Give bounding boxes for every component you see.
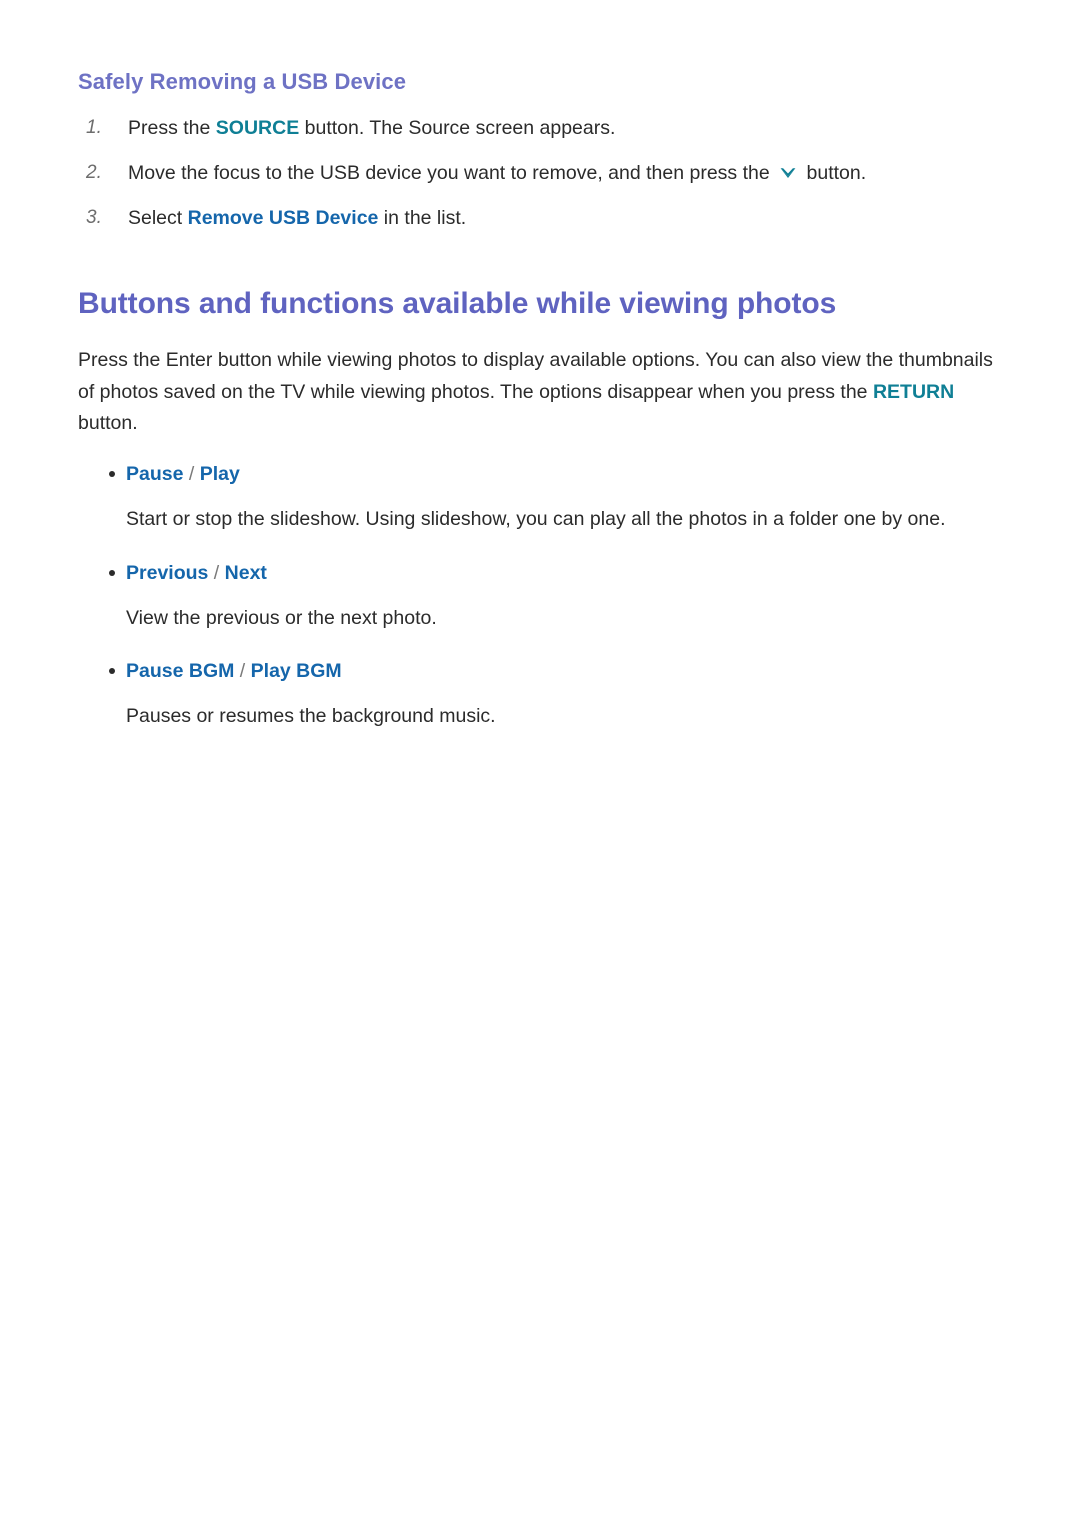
inline-text: Select (128, 207, 188, 230)
step-item: 1. Press the SOURCE button. The Source sc… (78, 114, 1002, 142)
option-term[interactable]: Pause (126, 463, 183, 485)
step-item: 3. Select Remove USB Device in the list. (78, 204, 1002, 232)
intro-paragraph: Press the Enter button while viewing pho… (78, 323, 1002, 440)
option-description: Start or stop the slideshow. Using slide… (126, 508, 946, 531)
step-text: Select Remove USB Device in the list. (128, 207, 466, 229)
inline-text: button. The Source screen appears. (299, 116, 616, 139)
option-separator: / (183, 463, 200, 486)
option-separator: / (234, 660, 251, 683)
inline-key-token-teal[interactable]: SOURCE (216, 117, 299, 139)
inline-key-token-teal[interactable]: RETURN (873, 381, 954, 403)
step-item: 2. Move the focus to the USB device you w… (78, 159, 1002, 187)
inline-text: Press the Enter button while viewing pho… (78, 349, 993, 403)
option-term-row: Pause BGM / Play BGM (78, 657, 1002, 686)
page-title-buttons-and-functions: Buttons and functions available while vi… (78, 287, 837, 321)
document-page: Safely Removing a USB Device 1. Press the… (0, 0, 1080, 1527)
option-block: Pause / Play Start or stop the slideshow.… (78, 460, 1002, 553)
step-number: 3. (86, 207, 102, 229)
option-block: Previous / Next View the previous or the … (78, 559, 1002, 652)
photo-options-list: Pause / Play Start or stop the slideshow.… (78, 440, 1002, 750)
bullet-icon (109, 471, 115, 478)
option-description: View the previous or the next photo. (126, 606, 437, 629)
option-term[interactable]: Play BGM (251, 660, 342, 682)
option-term[interactable]: Previous (126, 562, 208, 584)
section-heading-safely-removing-usb: Safely Removing a USB Device (78, 69, 407, 94)
step-number: 1. (86, 116, 102, 138)
option-term[interactable]: Play (200, 463, 240, 485)
step-number: 2. (86, 161, 102, 183)
inline-text: in the list. (378, 207, 467, 230)
option-term-row: Previous / Next (78, 559, 1002, 588)
option-block: Pause BGM / Play BGM Pauses or resumes th… (78, 657, 1002, 750)
option-description: Pauses or resumes the background music. (126, 705, 496, 728)
bullet-icon (109, 668, 115, 675)
inline-text: button. (801, 161, 867, 184)
option-term-row: Pause / Play (78, 460, 1002, 489)
inline-text: Press the (128, 116, 216, 139)
step-text: Move the focus to the USB device you wan… (128, 162, 866, 184)
chevron-down-icon (778, 165, 798, 181)
option-term[interactable]: Pause BGM (126, 660, 234, 682)
inline-text: Move the focus to the USB device you wan… (128, 161, 776, 184)
bullet-icon (109, 569, 115, 576)
step-text: Press the SOURCE button. The Source scre… (128, 117, 615, 139)
inline-text: button. (78, 412, 138, 435)
option-term[interactable]: Next (225, 562, 267, 584)
usb-removal-steps-list: 1. Press the SOURCE button. The Source sc… (78, 96, 1002, 233)
inline-key-token-blue[interactable]: Remove USB Device (188, 207, 379, 229)
option-separator: / (208, 561, 225, 584)
